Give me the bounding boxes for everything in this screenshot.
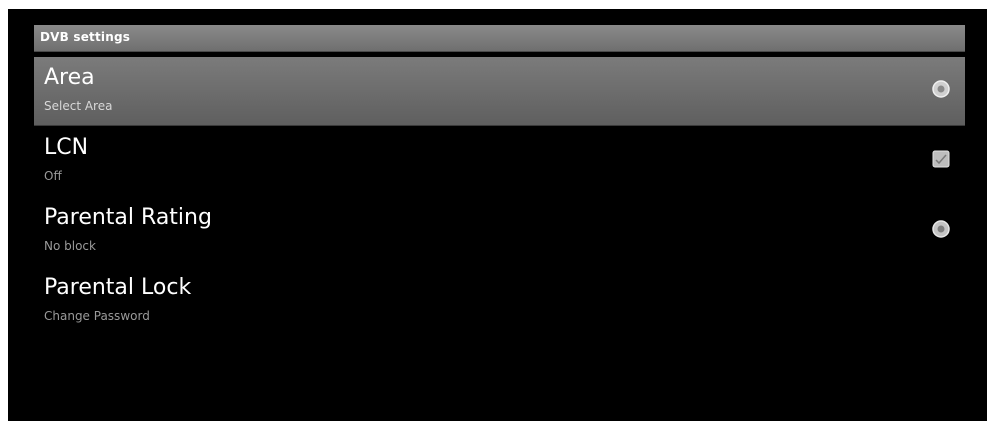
setting-summary-area: Select Area [44,99,113,113]
setting-summary-parental-rating: No block [44,239,96,253]
checkbox-icon[interactable] [931,149,951,169]
setting-summary-parental-lock: Change Password [44,309,150,323]
setting-item-lcn[interactable]: LCN Off [34,127,965,195]
setting-title-parental-rating: Parental Rating [44,205,212,230]
settings-header: DVB settings [34,25,965,52]
radio-icon[interactable] [931,79,951,99]
setting-title-parental-lock: Parental Lock [44,275,192,300]
setting-summary-lcn: Off [44,169,62,183]
settings-screen: DVB settings Area Select Area LCN Off Pa… [8,9,987,421]
radio-icon[interactable] [931,219,951,239]
setting-title-lcn: LCN [44,135,89,160]
setting-item-parental-rating[interactable]: Parental Rating No block [34,197,965,265]
setting-title-area: Area [44,65,95,90]
settings-header-title: DVB settings [40,30,131,44]
setting-item-parental-lock[interactable]: Parental Lock Change Password [34,267,965,335]
setting-item-area[interactable]: Area Select Area [34,57,965,126]
